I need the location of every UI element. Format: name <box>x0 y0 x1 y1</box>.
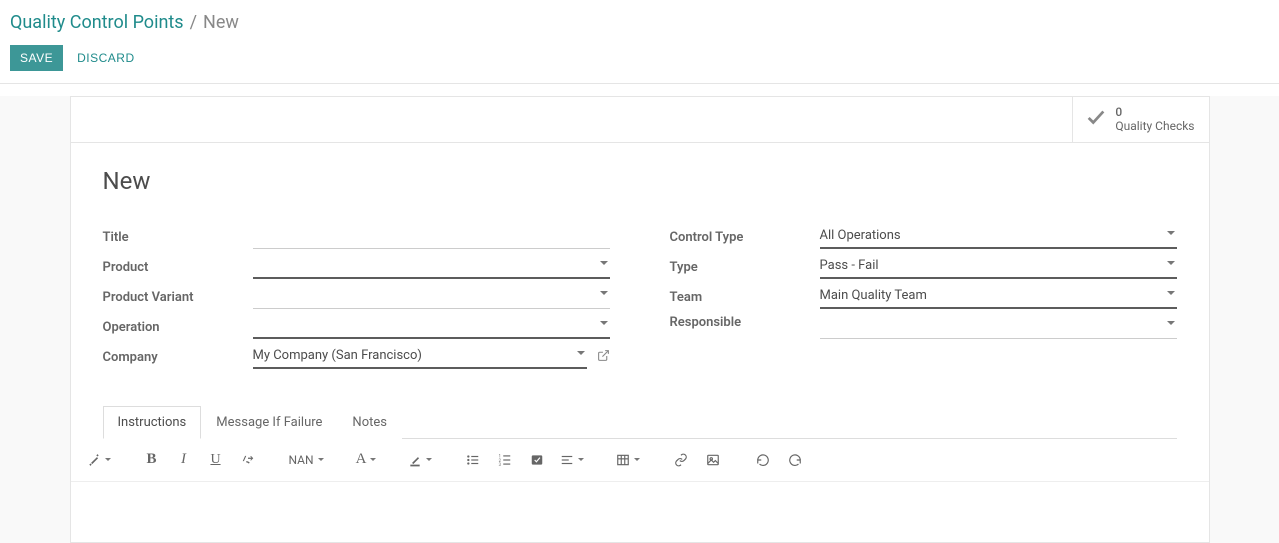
product-variant-label: Product Variant <box>103 290 253 305</box>
product-label: Product <box>103 260 253 275</box>
chevron-down-icon[interactable] <box>1167 231 1175 235</box>
external-link-icon[interactable] <box>597 349 610 366</box>
stat-label: Quality Checks <box>1115 119 1194 133</box>
type-label: Type <box>670 260 820 275</box>
unordered-list-button[interactable] <box>460 447 486 473</box>
font-size-dropdown[interactable]: NAN <box>285 447 328 473</box>
link-button[interactable] <box>668 447 694 473</box>
responsible-field[interactable] <box>820 317 1177 339</box>
stat-count: 0 <box>1115 105 1194 119</box>
breadcrumb-current: New <box>203 12 239 33</box>
form-right-column: Control Type All Operations Type Pass - … <box>670 223 1177 373</box>
editor-content[interactable] <box>71 482 1209 542</box>
team-label: Team <box>670 290 820 305</box>
checklist-button[interactable] <box>524 447 550 473</box>
product-variant-field[interactable] <box>253 287 610 309</box>
tab-notes[interactable]: Notes <box>337 406 402 439</box>
breadcrumb-separator: / <box>190 12 197 33</box>
chevron-down-icon[interactable] <box>600 291 608 295</box>
quality-checks-stat-button[interactable]: 0 Quality Checks <box>1072 97 1208 142</box>
chevron-down-icon[interactable] <box>600 321 608 325</box>
italic-button[interactable]: I <box>171 447 197 473</box>
product-field[interactable] <box>253 257 610 279</box>
redo-button[interactable] <box>782 447 808 473</box>
underline-button[interactable]: U <box>203 447 229 473</box>
form-sheet: 0 Quality Checks New Title <box>70 96 1210 543</box>
undo-button[interactable] <box>750 447 776 473</box>
team-value: Main Quality Team <box>820 288 927 303</box>
action-buttons: SAVE DISCARD <box>10 45 1269 71</box>
breadcrumb: Quality Control Points / New <box>10 12 1269 33</box>
title-input[interactable] <box>253 229 610 244</box>
header: Quality Control Points / New SAVE DISCAR… <box>0 0 1279 71</box>
team-field[interactable]: Main Quality Team <box>820 287 1177 309</box>
discard-button[interactable]: DISCARD <box>67 45 145 71</box>
image-button[interactable] <box>700 447 726 473</box>
ordered-list-button[interactable]: 123 <box>492 447 518 473</box>
svg-text:3: 3 <box>499 462 502 467</box>
remove-format-button[interactable] <box>235 447 261 473</box>
chevron-down-icon[interactable] <box>1167 291 1175 295</box>
chevron-down-icon[interactable] <box>577 351 585 355</box>
bold-button[interactable]: B <box>139 447 165 473</box>
chevron-down-icon[interactable] <box>1167 261 1175 265</box>
editor-toolbar: B I U NAN A <box>71 439 1209 482</box>
chevron-down-icon[interactable] <box>1167 321 1175 325</box>
operation-label: Operation <box>103 320 253 335</box>
chevron-down-icon[interactable] <box>600 261 608 265</box>
status-bar: 0 Quality Checks <box>71 97 1209 143</box>
company-value: My Company (San Francisco) <box>253 348 422 363</box>
font-family-dropdown[interactable]: A <box>352 447 381 473</box>
type-value: Pass - Fail <box>820 258 879 273</box>
operation-field[interactable] <box>253 317 610 339</box>
tabs: Instructions Message If Failure Notes <box>103 405 1177 439</box>
breadcrumb-root[interactable]: Quality Control Points <box>10 12 184 33</box>
magic-wand-icon[interactable] <box>83 447 115 473</box>
responsible-label: Responsible <box>670 313 820 330</box>
tab-instructions[interactable]: Instructions <box>103 406 202 439</box>
divider <box>0 83 1279 84</box>
company-field[interactable]: My Company (San Francisco) <box>253 347 587 369</box>
title-label: Title <box>103 230 253 245</box>
check-icon <box>1085 106 1107 132</box>
company-label: Company <box>103 350 253 365</box>
tab-message-if-failure[interactable]: Message If Failure <box>201 406 337 439</box>
form-left-column: Title Product <box>103 223 610 373</box>
body-area: 0 Quality Checks New Title <box>0 96 1279 543</box>
control-type-value: All Operations <box>820 228 901 243</box>
control-type-field[interactable]: All Operations <box>820 227 1177 249</box>
title-field[interactable] <box>253 227 610 249</box>
type-field[interactable]: Pass - Fail <box>820 257 1177 279</box>
table-button[interactable] <box>612 447 644 473</box>
text-color-button[interactable] <box>404 447 436 473</box>
save-button[interactable]: SAVE <box>10 45 63 71</box>
control-type-label: Control Type <box>670 230 820 245</box>
form-title: New <box>103 167 1177 195</box>
align-button[interactable] <box>556 447 588 473</box>
